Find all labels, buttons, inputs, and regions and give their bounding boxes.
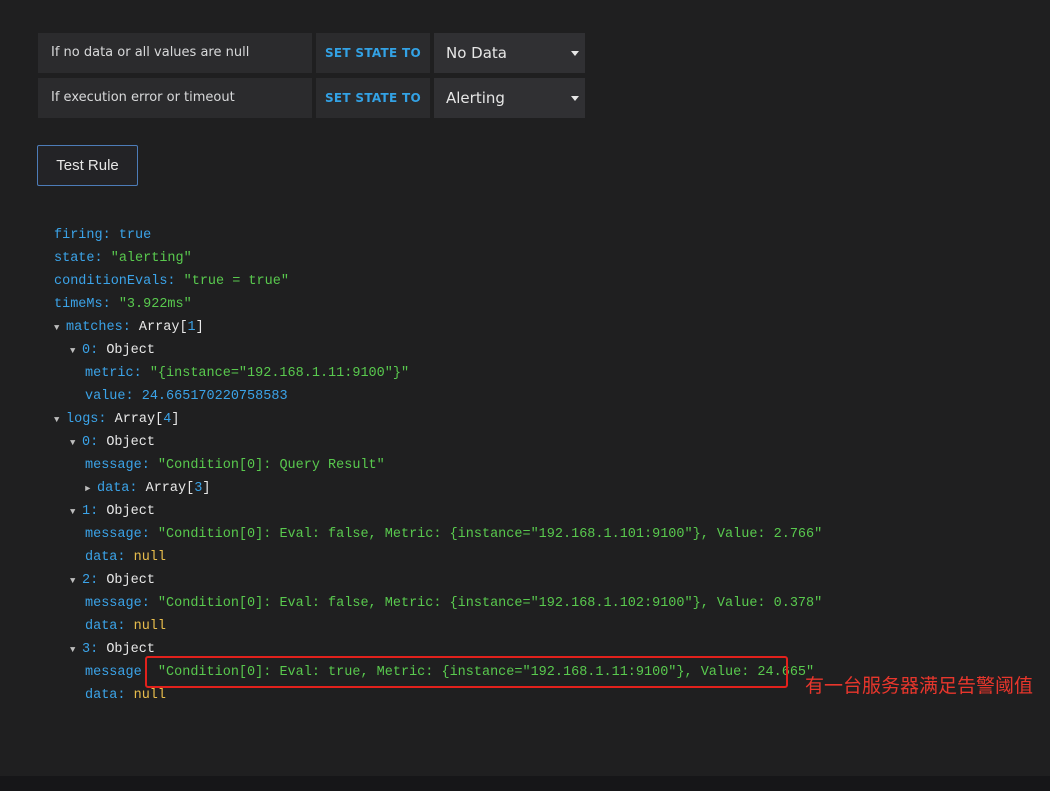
tree-type: Object: [106, 573, 155, 588]
tree-key: message: [85, 527, 142, 542]
highlight-box: [145, 656, 788, 688]
annotation-text: 有一台服务器满足告警阈值: [805, 675, 1034, 697]
tree-value: null: [133, 550, 167, 565]
tree-node-logs-0[interactable]: ▼ 0: Object: [70, 433, 155, 453]
tree-type: Array: [114, 412, 156, 427]
caret-down-icon[interactable]: ▼: [54, 410, 66, 430]
tree-line-value: value: 24.665170220758583: [85, 389, 288, 404]
tree-key: logs: [66, 412, 99, 427]
chevron-down-icon: [571, 51, 579, 56]
tree-key: metric: [85, 366, 134, 381]
tree-key: message: [85, 596, 142, 611]
tree-type: Object: [106, 343, 155, 358]
exec-error-condition-label: If execution error or timeout: [38, 78, 312, 118]
tree-index: 0: [82, 435, 91, 450]
tree-line-firing: firing: true: [54, 228, 152, 243]
tree-key: data: [85, 550, 118, 565]
tree-type: Object: [106, 435, 155, 450]
tree-line-data: data: null: [85, 619, 167, 634]
tree-value: "Condition[0]: Query Result": [157, 458, 385, 473]
set-state-label: SET STATE TO: [316, 78, 430, 118]
caret-down-icon[interactable]: ▼: [70, 502, 82, 522]
tree-line-state: state: "alerting": [54, 251, 192, 266]
tree-node-logs-0-data[interactable]: ► data: Array[3]: [85, 479, 210, 499]
set-state-label: SET STATE TO: [316, 33, 430, 73]
exec-error-state-select[interactable]: Alerting: [434, 78, 585, 118]
tree-index: 3: [82, 642, 91, 657]
tree-value: "true = true": [183, 274, 289, 289]
tree-value: "Condition[0]: Eval: false, Metric: {ins…: [157, 527, 823, 542]
footer-band: [0, 776, 1050, 791]
tree-type: Object: [106, 504, 155, 519]
tree-count: 1: [187, 320, 196, 335]
tree-index: 0: [82, 343, 91, 358]
no-data-state-value: No Data: [446, 44, 507, 62]
no-data-state-select[interactable]: No Data: [434, 33, 585, 73]
no-data-condition-label: If no data or all values are null: [38, 33, 312, 73]
tree-line-data: data: null: [85, 688, 167, 703]
tree-key: message: [85, 458, 142, 473]
tree-value: "3.922ms": [118, 297, 192, 312]
chevron-down-icon: [571, 96, 579, 101]
tree-line-message: message: "Condition[0]: Eval: false, Met…: [85, 596, 823, 611]
tree-value: "Condition[0]: Eval: false, Metric: {ins…: [157, 596, 823, 611]
tree-key: state: [54, 251, 95, 266]
caret-right-icon[interactable]: ►: [85, 479, 97, 499]
tree-key: firing: [54, 228, 103, 243]
tree-node-matches[interactable]: ▼ matches: Array[1]: [54, 318, 204, 338]
caret-down-icon[interactable]: ▼: [70, 341, 82, 361]
tree-line-condition-evals: conditionEvals: "true = true": [54, 274, 289, 289]
tree-key: message: [85, 665, 142, 680]
tree-node-logs-1[interactable]: ▼ 1: Object: [70, 502, 155, 522]
tree-node-matches-0[interactable]: ▼ 0: Object: [70, 341, 155, 361]
tree-line-metric: metric: "{instance="192.168.1.11:9100"}": [85, 366, 410, 381]
test-rule-button[interactable]: Test Rule: [37, 145, 138, 186]
caret-down-icon[interactable]: ▼: [70, 571, 82, 591]
tree-node-logs-3[interactable]: ▼ 3: Object: [70, 640, 155, 660]
tree-value: "alerting": [110, 251, 192, 266]
caret-down-icon[interactable]: ▼: [70, 640, 82, 660]
tree-key: data: [97, 481, 130, 496]
tree-value: "{instance="192.168.1.11:9100"}": [149, 366, 410, 381]
tree-key: conditionEvals: [54, 274, 168, 289]
caret-down-icon[interactable]: ▼: [54, 318, 66, 338]
tree-line-message: message: "Condition[0]: Eval: false, Met…: [85, 527, 823, 542]
tree-line-time-ms: timeMs: "3.922ms": [54, 297, 192, 312]
tree-type: Array: [138, 320, 180, 335]
tree-value: true: [118, 228, 152, 243]
tree-line-message: message: "Condition[0]: Query Result": [85, 458, 385, 473]
tree-node-logs[interactable]: ▼ logs: Array[4]: [54, 410, 179, 430]
tree-type: Array: [145, 481, 187, 496]
caret-down-icon[interactable]: ▼: [70, 433, 82, 453]
tree-key: data: [85, 619, 118, 634]
exec-error-state-value: Alerting: [446, 89, 505, 107]
tree-key: timeMs: [54, 297, 103, 312]
tree-line-data: data: null: [85, 550, 167, 565]
tree-value: 24.665170220758583: [141, 389, 288, 404]
tree-index: 1: [82, 504, 91, 519]
tree-value: null: [133, 688, 167, 703]
tree-node-logs-2[interactable]: ▼ 2: Object: [70, 571, 155, 591]
tree-index: 2: [82, 573, 91, 588]
tree-type: Object: [106, 642, 155, 657]
tree-key: matches: [66, 320, 123, 335]
tree-key: value: [85, 389, 126, 404]
tree-value: null: [133, 619, 167, 634]
tree-key: data: [85, 688, 118, 703]
